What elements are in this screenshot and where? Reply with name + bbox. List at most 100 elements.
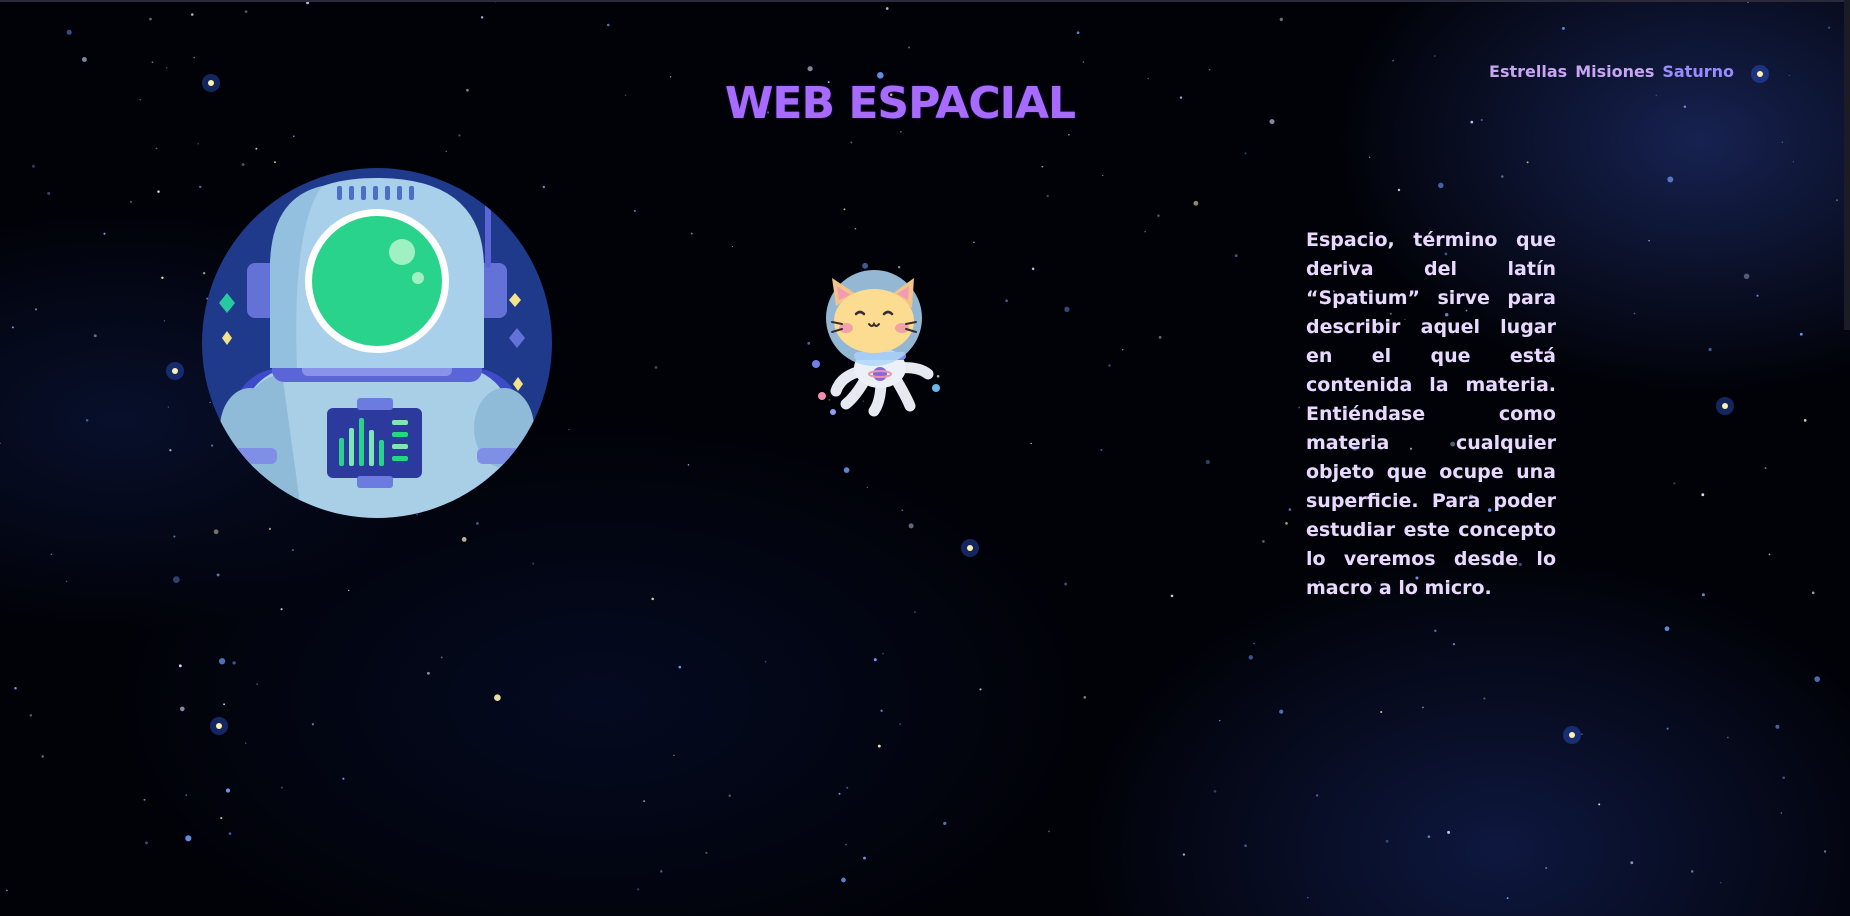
star [445, 150, 448, 153]
star [1719, 881, 1722, 884]
star [255, 147, 258, 150]
star [268, 527, 271, 530]
star [908, 523, 914, 529]
star [1108, 364, 1111, 367]
star [1279, 709, 1284, 714]
star [568, 429, 570, 431]
star [1048, 830, 1050, 833]
star [654, 366, 658, 369]
star [1757, 71, 1763, 77]
star [1182, 853, 1186, 856]
astronaut-illustration [202, 168, 552, 518]
star [225, 788, 231, 793]
star [213, 529, 219, 535]
star [1368, 156, 1371, 158]
star [673, 754, 675, 757]
space-description: Espacio, término que deriva del latín “S… [1306, 229, 1556, 599]
star [1427, 835, 1431, 839]
star [14, 686, 17, 690]
star [1569, 732, 1575, 738]
star [838, 792, 841, 795]
star [1076, 31, 1080, 35]
star [1708, 347, 1712, 352]
star [1667, 176, 1674, 183]
star [1792, 161, 1794, 163]
star [899, 723, 902, 726]
star [1248, 655, 1254, 660]
star [678, 665, 682, 669]
star [1082, 61, 1085, 63]
star [244, 10, 248, 13]
star [216, 573, 220, 577]
star [866, 486, 868, 489]
star [81, 57, 87, 62]
star [841, 877, 846, 883]
star [129, 200, 133, 203]
star [1397, 188, 1401, 192]
star [1100, 449, 1103, 451]
star [166, 67, 168, 69]
star [1031, 267, 1035, 271]
star [1598, 803, 1601, 806]
star [854, 227, 857, 230]
star [426, 671, 430, 675]
nav-link-saturno[interactable]: Saturno [1662, 62, 1734, 81]
star [1452, 642, 1456, 646]
star [1288, 508, 1292, 511]
star [979, 688, 982, 691]
nav-link-misiones[interactable]: Misiones [1575, 62, 1654, 81]
star [900, 130, 902, 133]
star [31, 164, 35, 168]
star [845, 844, 847, 846]
star [1483, 697, 1486, 700]
star [348, 589, 350, 592]
star [1434, 629, 1437, 632]
star [660, 870, 663, 873]
star [913, 611, 917, 614]
star [1193, 200, 1199, 206]
star [1780, 812, 1783, 814]
star [643, 800, 645, 802]
star [1030, 442, 1032, 445]
star [1158, 335, 1162, 339]
star [1234, 254, 1238, 258]
star [843, 467, 850, 473]
star [687, 464, 690, 466]
star [1208, 68, 1211, 71]
star [342, 777, 345, 780]
star [1244, 844, 1247, 847]
star [291, 549, 294, 552]
star [843, 208, 846, 211]
star [1673, 482, 1676, 485]
star [179, 706, 185, 712]
star [280, 786, 283, 789]
star [1144, 230, 1146, 233]
star [143, 798, 146, 801]
nav-link-estrellas[interactable]: Estrellas [1489, 62, 1567, 81]
star [1782, 776, 1786, 780]
star [1648, 239, 1650, 242]
star [873, 658, 877, 662]
star [807, 66, 813, 72]
star [103, 232, 106, 235]
star [1244, 152, 1247, 155]
star [1470, 120, 1474, 124]
star [728, 794, 731, 797]
star [292, 135, 295, 138]
star [1170, 594, 1174, 598]
star [1764, 467, 1767, 470]
star [149, 17, 152, 21]
star [41, 755, 44, 758]
star [155, 147, 158, 150]
star [1046, 194, 1049, 198]
star [145, 841, 148, 845]
star [764, 660, 767, 663]
star [731, 245, 734, 248]
star [1480, 119, 1483, 121]
star [280, 608, 283, 611]
scrollbar[interactable] [1844, 0, 1850, 330]
star [191, 13, 194, 16]
star [1561, 26, 1565, 30]
star [1269, 119, 1275, 125]
star [651, 597, 654, 601]
